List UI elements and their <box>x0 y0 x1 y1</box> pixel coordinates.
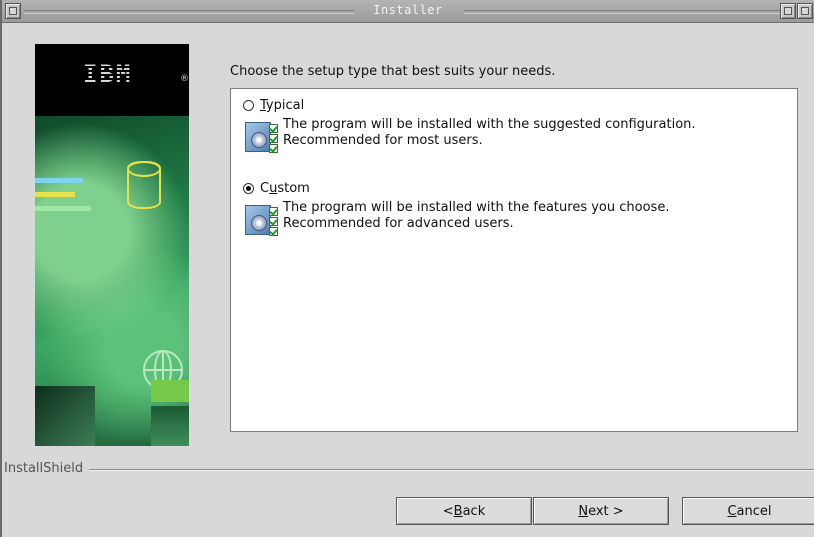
custom-description: The program will be installed with the f… <box>243 199 783 237</box>
next-button[interactable]: Next > <box>533 497 669 525</box>
art-stripe <box>35 178 83 183</box>
installshield-label: InstallShield <box>4 461 90 476</box>
option-typical[interactable]: Typical The program will be installed wi… <box>243 96 783 154</box>
typical-desc-line1: The program will be installed with the s… <box>283 117 696 132</box>
custom-desc-line2: Recommended for advanced users. <box>283 216 514 231</box>
setup-icon <box>243 116 279 154</box>
maximize-icon[interactable] <box>797 3 813 19</box>
minimize-icon[interactable] <box>780 3 796 19</box>
art-stripe <box>35 206 91 211</box>
custom-desc-line1: The program will be installed with the f… <box>283 200 670 215</box>
setup-type-heading: Choose the setup type that best suits yo… <box>230 64 556 79</box>
setup-icon <box>243 199 279 237</box>
art-tile <box>151 380 189 402</box>
typical-description: The program will be installed with the s… <box>243 116 783 154</box>
typical-radio[interactable] <box>243 99 254 111</box>
branding-panel: IBM ® <box>35 44 189 446</box>
typical-desc-line2: Recommended for most users. <box>283 133 483 148</box>
cancel-button[interactable]: Cancel <box>682 497 814 525</box>
footer-divider <box>12 469 814 471</box>
ibm-logo: IBM <box>83 60 133 88</box>
typical-radio-row[interactable]: Typical <box>243 96 783 114</box>
setup-type-options: Typical The program will be installed wi… <box>230 88 798 432</box>
branding-artwork <box>35 116 189 446</box>
title-bar-groove-right <box>464 10 784 14</box>
custom-radio[interactable] <box>243 182 254 194</box>
custom-radio-row[interactable]: Custom <box>243 179 783 197</box>
registered-mark-icon: ® <box>180 74 189 84</box>
art-tile <box>151 406 189 446</box>
option-custom[interactable]: Custom The program will be installed wit… <box>243 179 783 237</box>
back-button[interactable]: < Back <box>396 497 532 525</box>
custom-label[interactable]: Custom <box>260 181 310 196</box>
installer-window: Installer IBM ® Choose the setup type th… <box>0 0 814 537</box>
art-tile <box>35 386 95 446</box>
art-stripe <box>35 192 75 197</box>
typical-label[interactable]: Typical <box>260 98 304 113</box>
database-icon <box>127 161 161 209</box>
logo-area: IBM ® <box>35 44 189 116</box>
title-bar[interactable]: Installer <box>2 0 814 23</box>
